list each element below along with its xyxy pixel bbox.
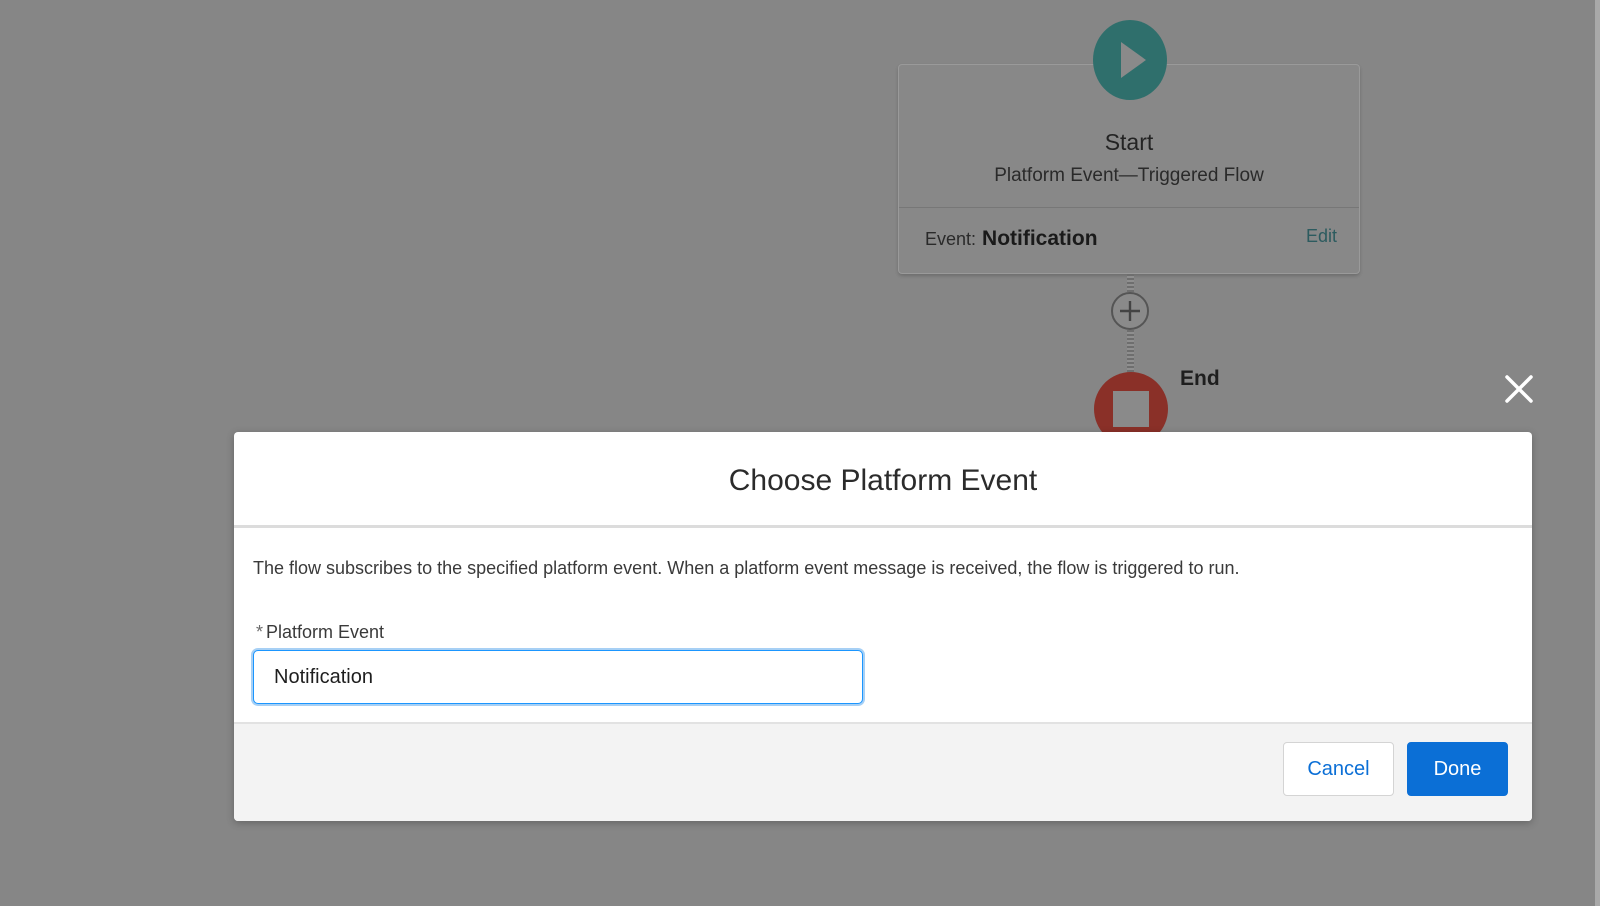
canvas-scroll-edge [1595, 0, 1600, 906]
modal-title: Choose Platform Event [728, 464, 1038, 497]
plus-icon [1120, 301, 1140, 321]
start-node-subtitle: Platform Event—Triggered Flow [994, 165, 1264, 186]
connector-line-top [1127, 274, 1134, 292]
done-button[interactable]: Done [1407, 742, 1508, 796]
start-node-icon-circle[interactable] [1093, 20, 1167, 100]
cancel-button[interactable]: Cancel [1283, 742, 1394, 796]
play-icon [1121, 42, 1146, 78]
start-node-event-row: Event: Notification [925, 227, 1098, 251]
platform-event-field-label: * Platform Event [256, 622, 384, 643]
platform-event-input[interactable] [253, 650, 863, 704]
event-value: Notification [982, 227, 1098, 250]
close-icon [1505, 375, 1533, 403]
flow-canvas: Start Platform Event—Triggered Flow Even… [0, 0, 1600, 906]
connector-line-bottom [1127, 330, 1134, 372]
platform-event-label-text: Platform Event [266, 622, 385, 642]
start-node-title: Start [1104, 129, 1154, 155]
required-marker: * [256, 622, 264, 642]
end-node-label: End [1180, 367, 1220, 390]
close-modal-button[interactable] [1502, 372, 1536, 406]
choose-platform-event-modal: Choose Platform Event The flow subscribe… [234, 432, 1532, 821]
stop-icon [1113, 391, 1149, 427]
event-label: Event: [925, 229, 977, 249]
start-node-divider [899, 207, 1359, 208]
modal-header: Choose Platform Event [234, 432, 1532, 528]
modal-description: The flow subscribes to the specified pla… [253, 558, 1240, 578]
add-element-button[interactable] [1111, 292, 1149, 330]
edit-event-link[interactable]: Edit [1306, 226, 1337, 247]
